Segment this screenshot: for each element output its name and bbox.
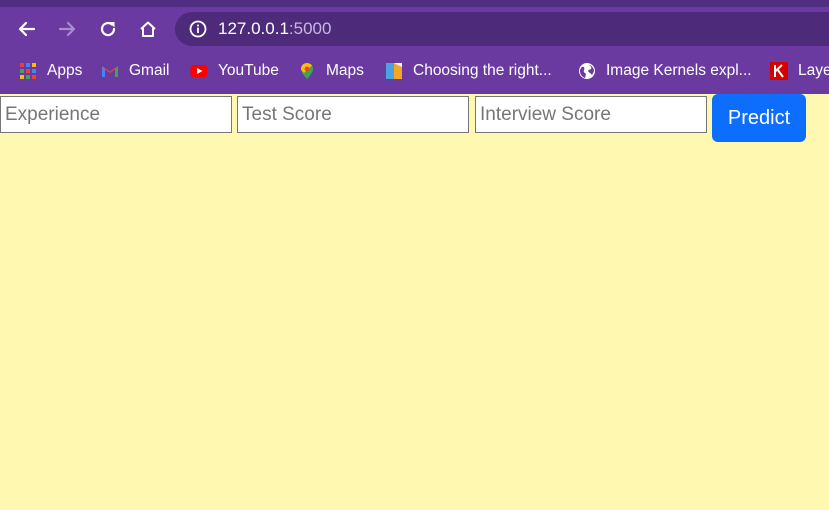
home-icon: [140, 21, 156, 37]
address-bar[interactable]: 127.0.0.1:5000: [175, 12, 829, 46]
apps-grid-icon: [20, 63, 36, 79]
bookmark-label: Image Kernels expl...: [606, 62, 752, 79]
predict-button[interactable]: Predict: [712, 94, 806, 142]
globe-icon: [579, 63, 595, 79]
browser-chrome: 127.0.0.1:5000 Apps Gmail YouTube Maps C…: [0, 0, 829, 94]
forward-button[interactable]: [55, 17, 79, 41]
experience-input[interactable]: [0, 96, 232, 133]
arrow-right-icon: [58, 21, 76, 37]
page-content: Predict: [0, 94, 829, 510]
gmail-icon: [102, 66, 118, 77]
bookmarks-bar: Apps Gmail YouTube Maps Choosing the rig…: [0, 51, 829, 91]
k-favicon: [770, 62, 788, 80]
bookmark-label: Apps: [47, 62, 83, 79]
bookmark-maps[interactable]: Maps: [298, 60, 364, 82]
info-icon[interactable]: [189, 20, 207, 38]
bookmark-choosing[interactable]: Choosing the right...: [385, 60, 552, 82]
bookmark-k[interactable]: Laye: [770, 60, 829, 82]
home-button[interactable]: [136, 17, 160, 41]
navigation-bar: 127.0.0.1:5000: [0, 7, 829, 51]
youtube-icon: [190, 65, 208, 77]
bookmark-label: Choosing the right...: [413, 62, 552, 79]
bookmark-label: Laye: [798, 62, 829, 79]
bookmark-gmail[interactable]: Gmail: [101, 60, 169, 82]
maps-icon: [301, 63, 313, 79]
tab-strip: [0, 0, 829, 7]
url-host: 127.0.0.1: [218, 19, 289, 38]
reload-icon: [100, 21, 116, 37]
bookmark-label: YouTube: [218, 62, 279, 79]
bookmark-label: Gmail: [129, 62, 170, 79]
bookmark-favicon: [386, 63, 402, 79]
test-score-input[interactable]: [237, 96, 469, 133]
reload-button[interactable]: [96, 17, 120, 41]
arrow-left-icon: [18, 21, 36, 37]
interview-score-input[interactable]: [475, 96, 707, 133]
bookmark-apps[interactable]: Apps: [19, 60, 82, 82]
back-button[interactable]: [15, 17, 39, 41]
url-text: 127.0.0.1:5000: [218, 20, 331, 38]
bookmark-youtube[interactable]: YouTube: [190, 60, 279, 82]
url-port: :5000: [288, 19, 332, 38]
bookmark-image-kernels[interactable]: Image Kernels expl...: [578, 60, 752, 82]
bookmark-label: Maps: [326, 62, 364, 79]
